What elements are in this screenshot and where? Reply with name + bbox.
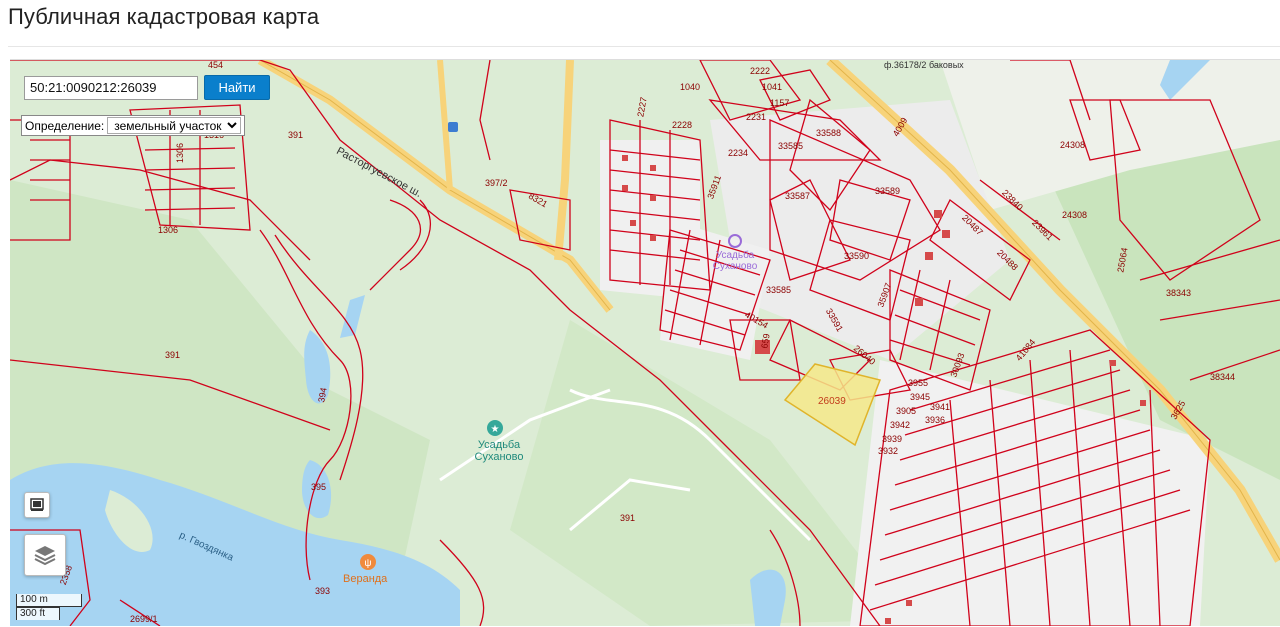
definition-label: Определение: bbox=[25, 118, 105, 133]
map-scale: 100 m 300 ft bbox=[16, 594, 82, 620]
parcel-label: 391 bbox=[620, 513, 636, 523]
svg-text:ψ: ψ bbox=[364, 558, 371, 569]
layers-icon bbox=[34, 546, 56, 566]
parcel-label: 2222 bbox=[750, 66, 771, 76]
parcel-label: 33585 bbox=[778, 141, 804, 151]
print-button[interactable] bbox=[24, 492, 50, 518]
parcel-label: 1041 bbox=[762, 82, 783, 92]
parcel-label: 3941 bbox=[930, 402, 951, 412]
parcel-label: 33585 bbox=[766, 285, 792, 295]
poi-veranda-label: Веранда bbox=[343, 573, 388, 585]
cadastral-search: Найти bbox=[24, 75, 270, 100]
parcel-label: 3939 bbox=[882, 434, 903, 444]
definition-select[interactable]: земельный участок bbox=[107, 117, 242, 134]
poi-veranda[interactable]: ψ bbox=[360, 554, 376, 570]
parcel-label: 1040 bbox=[680, 82, 701, 92]
highlighted-parcel-label: 26039 bbox=[818, 396, 846, 407]
poi-estate[interactable]: ★ bbox=[487, 420, 503, 436]
parcel-label: 33588 bbox=[816, 128, 842, 138]
parcel-label: 2699/1 bbox=[130, 614, 158, 624]
poi-estate-secondary-label: Усадьба Суханово bbox=[710, 250, 760, 272]
scale-metric: 100 m bbox=[16, 594, 82, 607]
river-segment bbox=[750, 569, 786, 626]
definition-control: Определение: земельный участок bbox=[21, 115, 246, 136]
parcel-label: 395 bbox=[311, 482, 327, 492]
parcel-label: 3936 bbox=[925, 415, 946, 425]
parcel-label: 1306 bbox=[175, 142, 186, 164]
parcel-label: 33587 bbox=[785, 191, 811, 201]
poi-estate-line2: Суханово bbox=[474, 451, 524, 463]
title-divider bbox=[8, 46, 1280, 47]
svg-text:★: ★ bbox=[491, 424, 500, 435]
poi-estate-label: Усадьба Суханово bbox=[469, 439, 529, 463]
parcel-label: 33590 bbox=[844, 251, 870, 261]
scale-imperial: 300 ft bbox=[16, 607, 60, 620]
parcel-label: 2231 bbox=[746, 112, 767, 122]
parcel-label: 3932 bbox=[878, 446, 899, 456]
parcel-label: 1157 bbox=[770, 98, 790, 108]
parcel-label: 24308 bbox=[1062, 210, 1088, 220]
parcel-label: 391 bbox=[288, 130, 304, 140]
transit-icon bbox=[448, 122, 458, 132]
parcel-label: 2228 bbox=[672, 120, 693, 130]
parcel-label: 1306 bbox=[158, 225, 179, 235]
parcel-label: 3942 bbox=[890, 420, 911, 430]
parcel-label: 393 bbox=[315, 586, 331, 596]
poi-estate-secondary-line2: Суханово bbox=[712, 261, 758, 272]
parcel-label: 38343 bbox=[1166, 288, 1192, 298]
parcel-label: 454 bbox=[208, 60, 224, 70]
parcel-label: 24308 bbox=[1060, 140, 1086, 150]
parcel-label: 3945 bbox=[910, 392, 931, 402]
print-icon bbox=[30, 498, 44, 511]
poi-estate-line1: Усадьба bbox=[477, 439, 521, 451]
parcel-label: 38344 bbox=[1210, 372, 1236, 382]
parcel-label: 3955 bbox=[908, 378, 929, 388]
map-viewport[interactable]: ★ ψ Усадьба Суханово Веранда Усадьба Сух… bbox=[10, 59, 1280, 626]
search-button[interactable]: Найти bbox=[204, 75, 270, 100]
parcel-label: 397/2 bbox=[485, 178, 508, 188]
parcel-label: 391 bbox=[165, 350, 181, 360]
layers-button[interactable] bbox=[24, 534, 66, 576]
parcel-label: 3905 bbox=[896, 406, 917, 416]
parcel-label: 33589 bbox=[875, 186, 901, 196]
poi-estate-secondary-line1: Усадьба bbox=[715, 250, 755, 261]
parcel-label: 2234 bbox=[728, 148, 749, 158]
cadastral-number-input[interactable] bbox=[24, 75, 198, 100]
parcel-label: ф.36178/2 баковых bbox=[884, 60, 964, 70]
page-title: Публичная кадастровая карта bbox=[8, 4, 320, 29]
